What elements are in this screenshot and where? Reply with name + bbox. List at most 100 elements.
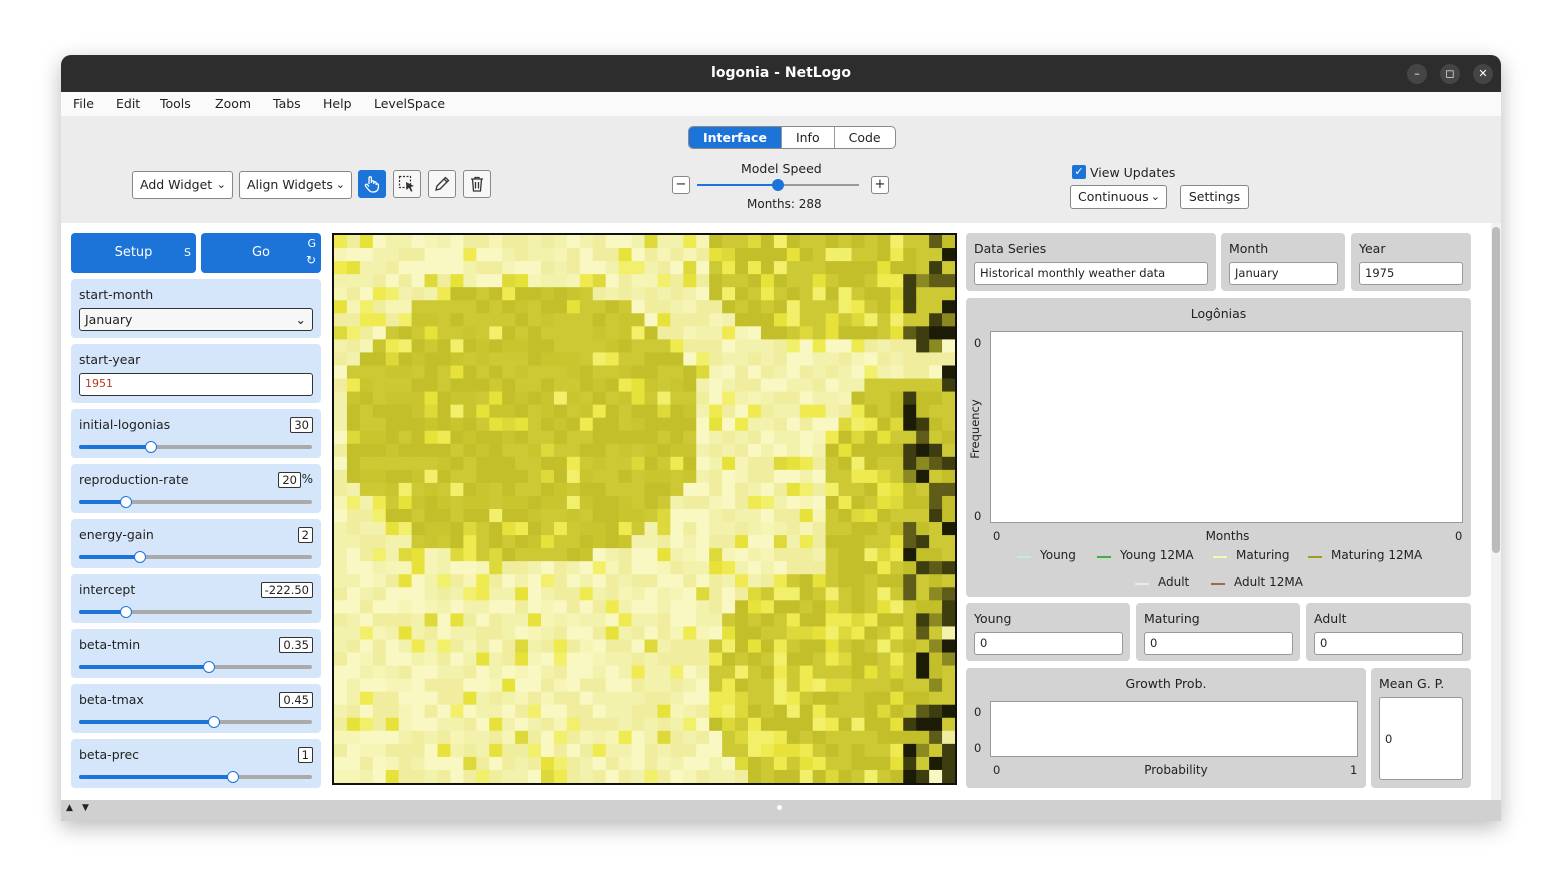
slider-label: energy-gain: [79, 527, 154, 542]
update-mode-dropdown[interactable]: Continuous ⌄: [1070, 185, 1167, 209]
plot-growth-area[interactable]: [990, 701, 1358, 757]
slider-thumb[interactable]: [119, 496, 132, 508]
settings-button[interactable]: Settings: [1180, 185, 1249, 209]
select-tool-button[interactable]: [393, 170, 421, 198]
slider-initial-logonias[interactable]: initial-logonias 30: [71, 409, 321, 458]
maximize-icon[interactable]: ◻: [1440, 64, 1460, 84]
patch: [398, 300, 413, 314]
patch: [566, 365, 581, 380]
patch: [463, 652, 477, 667]
add-widget-dropdown[interactable]: Add Widget ⌄: [132, 171, 233, 199]
patch: [541, 248, 555, 262]
patch: [942, 404, 955, 419]
patch: [709, 326, 723, 340]
tab-info[interactable]: Info: [782, 127, 835, 148]
slider-value[interactable]: 0.35: [279, 637, 313, 653]
slider-value[interactable]: 2: [297, 527, 313, 543]
slider-value[interactable]: 30: [290, 417, 313, 433]
slider-thumb[interactable]: [226, 771, 239, 783]
minimize-icon[interactable]: –: [1407, 64, 1427, 84]
slider-energy-gain[interactable]: energy-gain 2: [71, 519, 321, 568]
patch: [709, 561, 723, 575]
menu-edit[interactable]: Edit: [116, 96, 140, 111]
vertical-scrollbar[interactable]: [1491, 223, 1501, 800]
start-year-field[interactable]: 1951: [79, 373, 313, 396]
slider-track[interactable]: [79, 716, 312, 728]
menu-tools[interactable]: Tools: [160, 96, 191, 111]
patch: [385, 274, 400, 288]
go-shortcut-key: G: [307, 237, 316, 250]
tab-interface[interactable]: Interface: [689, 127, 782, 148]
tab-code[interactable]: Code: [835, 127, 895, 148]
slider-track[interactable]: [79, 606, 312, 618]
slider-track[interactable]: [79, 496, 312, 508]
slider-value[interactable]: -222.50: [260, 582, 313, 598]
expand-up-icon[interactable]: ▲: [66, 803, 73, 813]
monitor-value: 0: [1379, 697, 1463, 780]
plot-title: Logônias: [1190, 306, 1247, 321]
menu-file[interactable]: File: [73, 96, 94, 111]
go-button[interactable]: Go G ↻: [201, 233, 321, 273]
patch: [799, 678, 814, 693]
patch: [424, 404, 439, 419]
interact-tool-button[interactable]: [358, 170, 386, 198]
model-speed-slider[interactable]: [697, 179, 859, 191]
slider-beta-tmax[interactable]: beta-tmax 0.45: [71, 684, 321, 733]
patch: [372, 261, 387, 275]
delete-tool-button[interactable]: [463, 170, 491, 198]
scrollbar-thumb[interactable]: [1492, 227, 1500, 553]
world-view[interactable]: [332, 233, 957, 785]
close-icon[interactable]: ✕: [1473, 64, 1493, 84]
slider-thumb[interactable]: [119, 606, 132, 618]
slider-track[interactable]: [79, 551, 312, 563]
patch: [346, 404, 361, 419]
patch: [618, 587, 633, 601]
view-updates-checkbox[interactable]: ✓: [1072, 165, 1086, 179]
patch: [592, 509, 607, 523]
slider-intercept[interactable]: intercept -222.50: [71, 574, 321, 623]
slider-track[interactable]: [79, 441, 312, 453]
patch: [476, 561, 490, 575]
slider-value[interactable]: 20: [278, 472, 301, 488]
slider-track[interactable]: [79, 771, 312, 783]
slider-beta-tmin[interactable]: beta-tmin 0.35: [71, 629, 321, 678]
align-widgets-dropdown[interactable]: Align Widgets ⌄: [239, 171, 352, 199]
patch: [838, 365, 853, 380]
start-month-select[interactable]: January ⌄: [79, 308, 313, 331]
patch: [450, 404, 464, 419]
slider-thumb[interactable]: [133, 551, 146, 563]
slider-reproduction-rate[interactable]: reproduction-rate 20 %: [71, 464, 321, 513]
menu-help[interactable]: Help: [323, 96, 352, 111]
patch: [476, 352, 490, 367]
resize-handle-icon[interactable]: [777, 805, 782, 810]
patch: [786, 730, 801, 745]
edit-tool-button[interactable]: [428, 170, 456, 198]
patch: [696, 417, 710, 432]
patch: [670, 678, 684, 693]
speed-increase-button[interactable]: +: [871, 176, 889, 194]
patch: [592, 678, 607, 693]
menu-zoom[interactable]: Zoom: [215, 96, 251, 111]
slider-thumb[interactable]: [145, 441, 158, 453]
patch: [851, 600, 866, 614]
slider-track[interactable]: [79, 661, 312, 673]
patch: [424, 326, 439, 340]
slider-value[interactable]: 1: [297, 747, 313, 763]
plot-logonias-area[interactable]: [990, 331, 1463, 523]
menu-levelspace[interactable]: LevelSpace: [374, 96, 445, 111]
patch: [709, 274, 723, 288]
menu-tabs[interactable]: Tabs: [273, 96, 301, 111]
model-speed-thumb[interactable]: [772, 179, 784, 191]
legend-maturing-12ma: Maturing 12MA: [1331, 548, 1423, 562]
speed-decrease-button[interactable]: −: [672, 176, 690, 194]
collapse-down-icon[interactable]: ▼: [82, 803, 89, 813]
slider-value[interactable]: 0.45: [279, 692, 313, 708]
slider-beta-prec[interactable]: beta-prec 1: [71, 739, 321, 788]
patch: [502, 509, 516, 523]
legend-young-12ma: Young 12MA: [1120, 548, 1194, 562]
slider-thumb[interactable]: [208, 716, 221, 728]
patch: [398, 417, 413, 432]
setup-button[interactable]: Setup S: [71, 233, 196, 273]
slider-thumb[interactable]: [203, 661, 216, 673]
patch: [773, 365, 788, 380]
